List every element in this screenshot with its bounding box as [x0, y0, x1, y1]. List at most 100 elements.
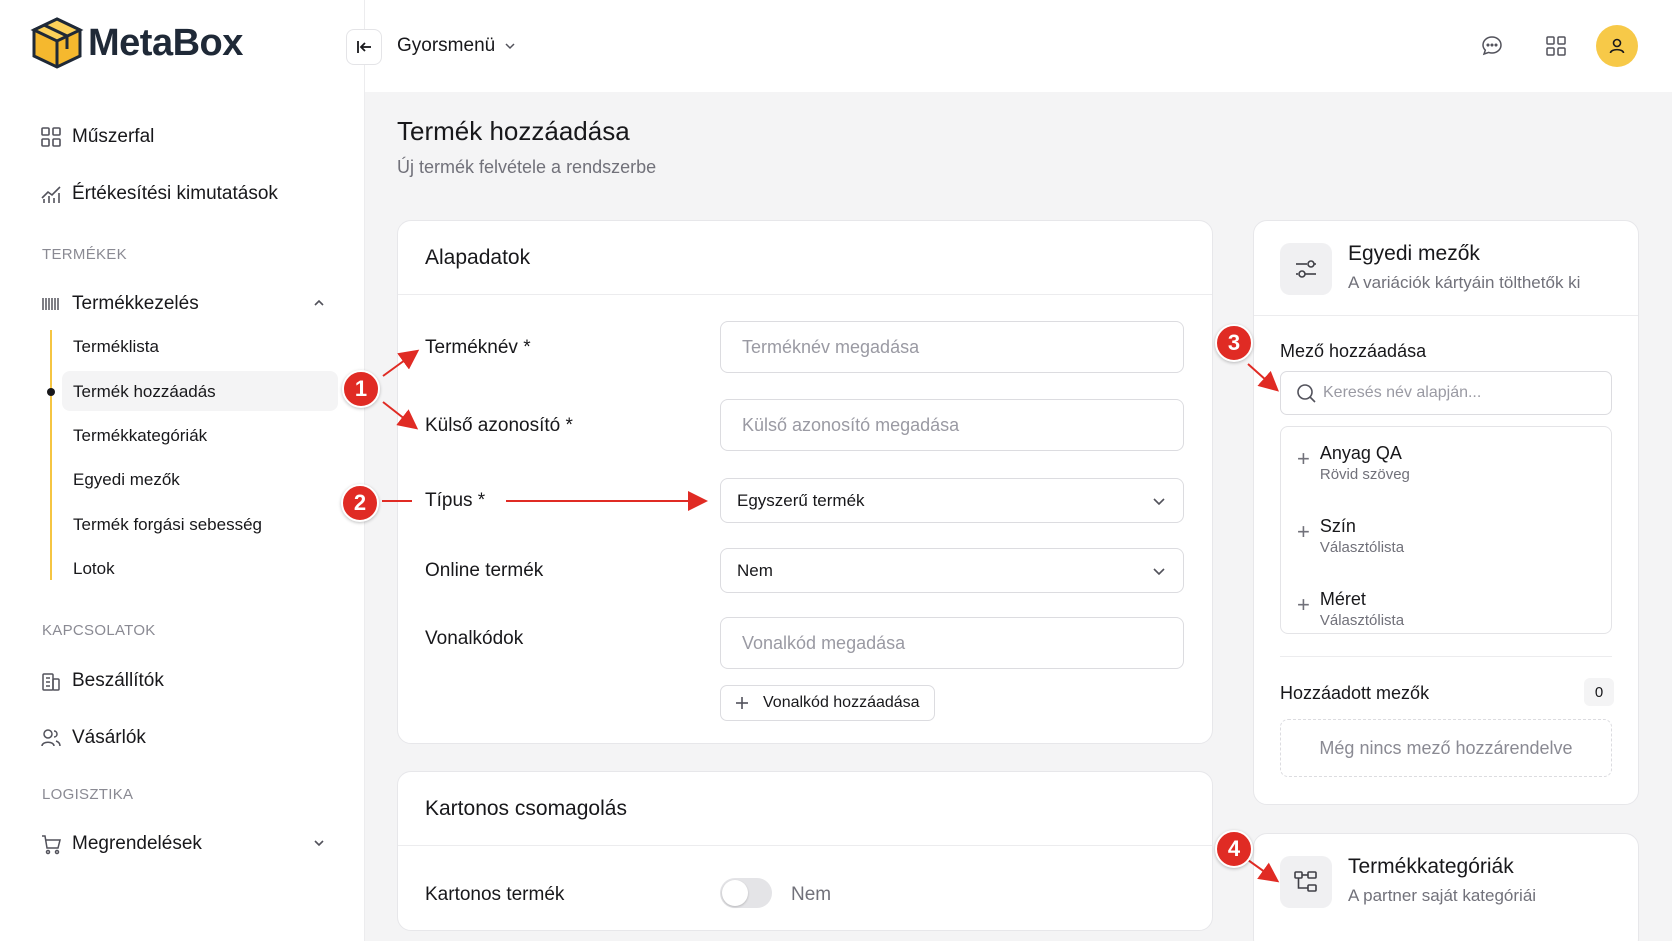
added-fields-count: 0	[1584, 678, 1614, 706]
field-type: Választólista	[1319, 539, 1405, 556]
add-barcode-label: Vonalkód hozzáadása	[763, 694, 920, 711]
active-dot	[47, 388, 55, 396]
basic-data-card: Alapadatok Terméknév * Terméknév megadás…	[397, 220, 1213, 744]
type-select[interactable]: Egyszerű termék	[720, 478, 1184, 523]
external-id-input[interactable]: Külső azonosító megadása	[720, 399, 1184, 451]
field-name: Szín	[1319, 516, 1356, 536]
barcode-icon	[42, 298, 59, 310]
submenu-indicator-line	[50, 330, 52, 580]
plus-icon: +	[1297, 592, 1310, 617]
sidebar-item-label: Értékesítési kimutatások	[72, 183, 278, 204]
sidebar-group-label: Termékkezelés	[72, 293, 199, 314]
chat-button[interactable]	[1476, 30, 1508, 62]
sidebar-subitem-product-list[interactable]: Terméklista	[73, 337, 159, 357]
plus-icon	[736, 697, 748, 709]
field-option-anyag-qa[interactable]: + Anyag QA Rövid szöveg	[1297, 443, 1410, 483]
carton-product-label: Kartonos termék	[425, 884, 565, 905]
type-select-value: Egyszerű termék	[737, 490, 865, 510]
categories-title: Termékkategóriák	[1348, 855, 1514, 878]
barcode-input[interactable]: Vonalkód megadása	[720, 617, 1184, 669]
sidebar-item-label: Műszerfal	[72, 126, 155, 147]
apps-button[interactable]	[1540, 30, 1572, 62]
categories-icon-box	[1280, 856, 1332, 908]
field-option-szin[interactable]: + Szín Választólista	[1297, 516, 1404, 556]
quickmenu-dropdown[interactable]: Gyorsmenü	[397, 35, 517, 57]
product-categories-card: Termékkategóriák A partner saját kategór…	[1253, 833, 1639, 941]
sidebar-item-dashboard[interactable]: Műszerfal	[40, 126, 154, 148]
annotation-marker-2: 2	[341, 484, 379, 522]
section-label-contacts: KAPCSOLATOK	[42, 622, 156, 639]
building-icon	[42, 673, 60, 691]
collapse-sidebar-button[interactable]	[346, 29, 382, 65]
tree-icon	[1294, 871, 1317, 892]
sidebar-item-suppliers[interactable]: Beszállítók	[40, 670, 164, 692]
categories-subtitle: A partner saját kategóriái	[1348, 886, 1537, 905]
page-title: Termék hozzáadása	[397, 116, 630, 146]
sidebar-subitem-add-product[interactable]: Termék hozzáadás	[73, 382, 216, 402]
sidebar-item-customers[interactable]: Vásárlók	[40, 727, 146, 749]
type-label: Típus *	[425, 490, 486, 511]
sliders-icon	[1296, 260, 1316, 278]
card-divider	[398, 294, 1212, 295]
card-divider	[398, 845, 1212, 846]
toggle-knob	[722, 880, 748, 906]
field-type: Választólista	[1319, 612, 1405, 629]
custom-fields-icon-box	[1280, 243, 1332, 295]
carton-title: Kartonos csomagolás	[425, 797, 627, 820]
carton-toggle-value: Nem	[791, 884, 832, 905]
sidebar-subitem-lots[interactable]: Lotok	[73, 559, 115, 579]
carton-product-toggle[interactable]	[720, 878, 772, 908]
field-type: Rövid szöveg	[1319, 466, 1410, 483]
section-label-logistics: LOGISZTIKA	[42, 786, 134, 803]
chevron-up-icon[interactable]	[312, 296, 326, 310]
custom-fields-title: Egyedi mezők	[1348, 242, 1480, 265]
users-icon	[41, 729, 61, 747]
chevron-down-icon	[505, 43, 515, 50]
card-divider	[1254, 315, 1638, 316]
user-avatar[interactable]	[1596, 25, 1638, 67]
product-name-label: Terméknév *	[425, 337, 531, 358]
online-select-value: Nem	[737, 560, 773, 580]
annotation-marker-4: 4	[1215, 830, 1253, 868]
online-product-label: Online termék	[425, 560, 544, 581]
app-logo[interactable]: MetaBox	[30, 16, 243, 70]
sidebar-subitem-turnover-speed[interactable]: Termék forgási sebesség	[73, 515, 262, 535]
chart-icon	[41, 186, 61, 203]
product-name-input[interactable]: Terméknév megadása	[720, 321, 1184, 373]
external-id-label: Külső azonosító *	[425, 415, 573, 436]
sidebar-item-sales-reports[interactable]: Értékesítési kimutatások	[40, 183, 278, 205]
sidebar-item-label: Megrendelések	[72, 833, 202, 854]
sidebar-group-product-management[interactable]: Termékkezelés	[40, 293, 199, 315]
section-label-products: TERMÉKEK	[42, 246, 127, 263]
chevron-down-icon[interactable]	[312, 836, 326, 850]
available-fields-list: + Anyag QA Rövid szöveg + Szín Választól…	[1280, 426, 1612, 634]
add-barcode-button[interactable]: Vonalkód hozzáadása	[720, 685, 935, 721]
user-icon	[1609, 38, 1625, 54]
basic-data-title: Alapadatok	[425, 246, 531, 269]
sidebar-item-orders[interactable]: Megrendelések	[40, 833, 202, 855]
online-product-select[interactable]: Nem	[720, 548, 1184, 593]
carton-card: Kartonos csomagolás Kartonos termék Nem	[397, 771, 1213, 931]
chevron-down-icon	[1153, 497, 1165, 505]
custom-fields-subtitle: A variációk kártyáin tölthetők ki	[1348, 273, 1581, 292]
sidebar-subitem-categories[interactable]: Termékkategóriák	[73, 426, 207, 446]
quickmenu-label: Gyorsmenü	[397, 35, 496, 56]
add-field-label: Mező hozzáadása	[1280, 341, 1427, 361]
field-option-meret[interactable]: + Méret Választólista	[1297, 589, 1404, 629]
added-fields-label: Hozzáadott mezők	[1280, 683, 1430, 703]
annotation-marker-3: 3	[1215, 324, 1253, 362]
plus-icon: +	[1297, 519, 1310, 544]
plus-icon: +	[1297, 446, 1310, 471]
sidebar-subitem-custom-fields[interactable]: Egyedi mezők	[73, 470, 180, 490]
search-icon	[1297, 384, 1316, 403]
app-name: MetaBox	[88, 21, 243, 64]
collapse-left-icon	[357, 41, 371, 53]
search-placeholder: Keresés név alapján...	[1323, 384, 1482, 401]
custom-fields-card: Egyedi mezők A variációk kártyáin tölthe…	[1253, 220, 1639, 805]
sidebar: MetaBox Műszerfal Értékesítési kimutatás…	[0, 0, 365, 941]
sidebar-item-label: Vásárlók	[72, 727, 146, 748]
added-fields-empty-state: Még nincs mező hozzárendelve	[1280, 719, 1612, 777]
field-search-input[interactable]: Keresés név alapján...	[1280, 371, 1612, 415]
box-logo-icon	[30, 17, 84, 69]
chat-icon	[1482, 36, 1502, 56]
